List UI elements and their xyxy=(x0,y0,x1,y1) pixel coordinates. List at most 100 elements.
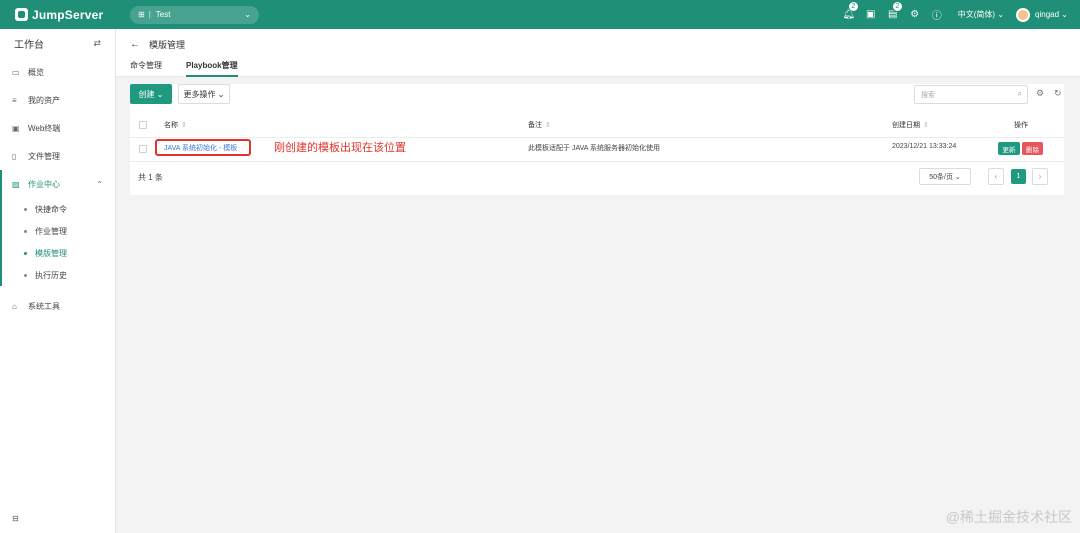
update-button[interactable]: 更新 xyxy=(998,142,1020,155)
bullet-icon xyxy=(24,229,27,233)
table-header: 名称 ⇕ 备注 ⇕ 创建日期 ⇕ 操作 xyxy=(130,112,1064,138)
more-actions-label: 更多操作 xyxy=(183,89,216,99)
column-header-name[interactable]: 名称 ⇕ xyxy=(164,120,187,130)
top-right-actions: 🔔︎ 2 ▣ ▤ 2 ⚙ ⓘ 中文(简体) ⌄ qingad ⌄ xyxy=(838,0,1080,29)
brand-logo[interactable]: JumpServer xyxy=(15,8,130,22)
sidebar-subitem-label: 快捷命令 xyxy=(35,204,67,214)
collapse-sidebar-icon[interactable]: ⊟ xyxy=(12,514,19,523)
task-badge: 2 xyxy=(891,1,903,12)
sort-icon: ⇕ xyxy=(923,121,929,129)
page-title-text: 模版管理 xyxy=(149,40,186,50)
refresh-icon[interactable]: ↻ xyxy=(1054,88,1062,99)
column-header-comment[interactable]: 备注 ⇕ xyxy=(528,120,551,130)
avatar xyxy=(1016,7,1031,22)
notification-badge: 2 xyxy=(847,1,859,12)
terminal-icon[interactable]: ▣ xyxy=(860,9,882,20)
organization-icon: ⊞ xyxy=(138,10,145,19)
sidebar-item-label: Web终端 xyxy=(28,123,61,133)
search-icon[interactable]: ⌕ xyxy=(1018,89,1022,99)
sort-icon: ⇕ xyxy=(545,121,551,129)
switch-view-icon[interactable]: ⇄ xyxy=(93,38,101,49)
jumpserver-logo-icon xyxy=(15,8,28,21)
sidebar-item-overview[interactable]: ▭ 概览 xyxy=(0,58,115,86)
language-select[interactable]: 中文(简体) ⌄ xyxy=(958,9,1004,20)
sidebar-subitem-job-management[interactable]: 作业管理 xyxy=(2,220,115,242)
template-name-link[interactable]: JAVA 系统初始化 - 模板 xyxy=(164,143,237,153)
template-comment: 此模板适配于 JAVA 系统服务器初始化使用 xyxy=(528,145,660,152)
prev-page-button[interactable]: ‹ xyxy=(988,168,1004,185)
create-button[interactable]: 创建 ⌄ xyxy=(130,84,172,104)
sidebar-subitem-template-management[interactable]: 模版管理 xyxy=(2,242,115,264)
sidebar-item-my-assets[interactable]: ≡ 我的资产 xyxy=(0,86,115,114)
language-label: 中文(简体) xyxy=(957,10,996,19)
more-actions-button[interactable]: 更多操作 ⌄ xyxy=(178,84,230,104)
total-count: 共 1 条 xyxy=(138,173,163,182)
template-list-card: 创建 ⌄ 更多操作 ⌄ 搜索 ⌕ ⚙ ↻ 名称 ⇕ 备注 ⇕ 创建日期 ⇕ 操作 JA… xyxy=(130,84,1064,195)
table-row: JAVA 系统初始化 - 模板 刚创建的模板出现在该位置 此模板适配于 JAVA… xyxy=(130,138,1064,162)
tools-icon: ⌂ xyxy=(12,301,17,311)
terminal-icon: ▣ xyxy=(12,123,20,133)
sort-icon: ⇕ xyxy=(181,121,187,129)
sidebar-item-label: 概览 xyxy=(28,67,44,77)
next-page-button[interactable]: › xyxy=(1032,168,1048,185)
column-header-date[interactable]: 创建日期 ⇕ xyxy=(892,120,929,130)
search-placeholder: 搜索 xyxy=(921,91,935,99)
sidebar-subitem-execution-history[interactable]: 执行历史 xyxy=(2,264,115,286)
column-settings-icon[interactable]: ⚙ xyxy=(1036,88,1044,99)
workspace-title: 工作台 ⇄ xyxy=(0,29,115,57)
chevron-down-icon: ⌄ xyxy=(244,10,251,19)
sidebar-subitem-label: 模版管理 xyxy=(35,248,67,258)
bell-icon[interactable]: 🔔︎ 2 xyxy=(838,1,860,20)
chevron-down-icon: ⌄ xyxy=(954,173,961,181)
job-icon: ▨ xyxy=(12,179,20,189)
back-arrow-icon[interactable]: ← xyxy=(130,39,140,50)
chevron-up-icon: ⌃ xyxy=(96,179,103,189)
delete-button[interactable]: 删除 xyxy=(1022,142,1043,155)
sidebar-group-job-center: ▨ 作业中心 ⌃ 快捷命令 作业管理 模版管理 执行历史 xyxy=(0,170,115,286)
template-date: 2023/12/21 13:33:24 xyxy=(892,143,957,150)
sidebar-subitem-label: 作业管理 xyxy=(35,226,67,236)
sidebar-subitem-quick-command[interactable]: 快捷命令 xyxy=(2,198,115,220)
bullet-icon xyxy=(24,273,27,277)
page-size-select[interactable]: 50条/页 ⌄ xyxy=(919,168,971,185)
sidebar-item-label: 作业中心 xyxy=(28,179,60,189)
brand-name: JumpServer xyxy=(32,7,104,22)
column-label: 创建日期 xyxy=(892,121,920,129)
organization-select[interactable]: ⊞ | Test ⌄ xyxy=(130,5,259,24)
username: qingad xyxy=(1035,10,1060,19)
sidebar-item-file-manager[interactable]: ▯ 文件管理 xyxy=(0,142,115,170)
org-separator: | xyxy=(148,10,151,19)
sidebar-item-web-terminal[interactable]: ▣ Web终端 xyxy=(0,114,115,142)
sidebar-item-job-center[interactable]: ▨ 作业中心 ⌃ xyxy=(2,170,115,198)
sidebar-item-label: 系统工具 xyxy=(28,301,60,311)
dashboard-icon: ▭ xyxy=(12,67,20,77)
select-all-checkbox[interactable] xyxy=(139,120,147,129)
help-icon[interactable]: ⓘ xyxy=(926,7,948,22)
tab-command-management[interactable]: 命令管理 xyxy=(130,60,162,77)
workspace-label: 工作台 xyxy=(14,39,44,51)
row-checkbox[interactable] xyxy=(139,145,147,153)
sidebar: 工作台 ⇄ ▭ 概览 ≡ 我的资产 ▣ Web终端 ▯ 文件管理 ▨ 作业中心 … xyxy=(0,29,116,533)
user-menu[interactable]: qingad ⌄ xyxy=(1016,7,1068,22)
task-icon[interactable]: ▤ 2 xyxy=(882,1,904,20)
annotation-text: 刚创建的模板出现在该位置 xyxy=(274,142,406,154)
file-icon: ▯ xyxy=(12,151,17,161)
chevron-down-icon: ⌄ xyxy=(156,89,164,99)
sidebar-item-system-tools[interactable]: ⌂ 系统工具 xyxy=(0,292,115,320)
page-title: ← 模版管理 xyxy=(130,38,185,51)
current-page[interactable]: 1 xyxy=(1011,169,1026,184)
watermark: @稀土掘金技术社区 xyxy=(945,509,1072,525)
column-label: 备注 xyxy=(528,121,542,129)
organization-name: Test xyxy=(155,10,171,19)
sidebar-item-label: 我的资产 xyxy=(28,95,60,105)
column-header-actions: 操作 xyxy=(1014,121,1028,129)
assets-icon: ≡ xyxy=(12,95,17,105)
page-header: ← 模版管理 命令管理 Playbook管理 xyxy=(116,29,1080,77)
bullet-icon xyxy=(24,251,27,255)
top-bar: JumpServer ⊞ | Test ⌄ 🔔︎ 2 ▣ ▤ 2 ⚙ ⓘ 中文(简体… xyxy=(0,0,1080,29)
sidebar-item-label: 文件管理 xyxy=(28,151,60,161)
search-input[interactable]: 搜索 ⌕ xyxy=(914,85,1028,104)
tab-playbook-management[interactable]: Playbook管理 xyxy=(186,60,238,77)
gear-icon[interactable]: ⚙ xyxy=(904,9,926,20)
column-label: 名称 xyxy=(164,121,178,129)
